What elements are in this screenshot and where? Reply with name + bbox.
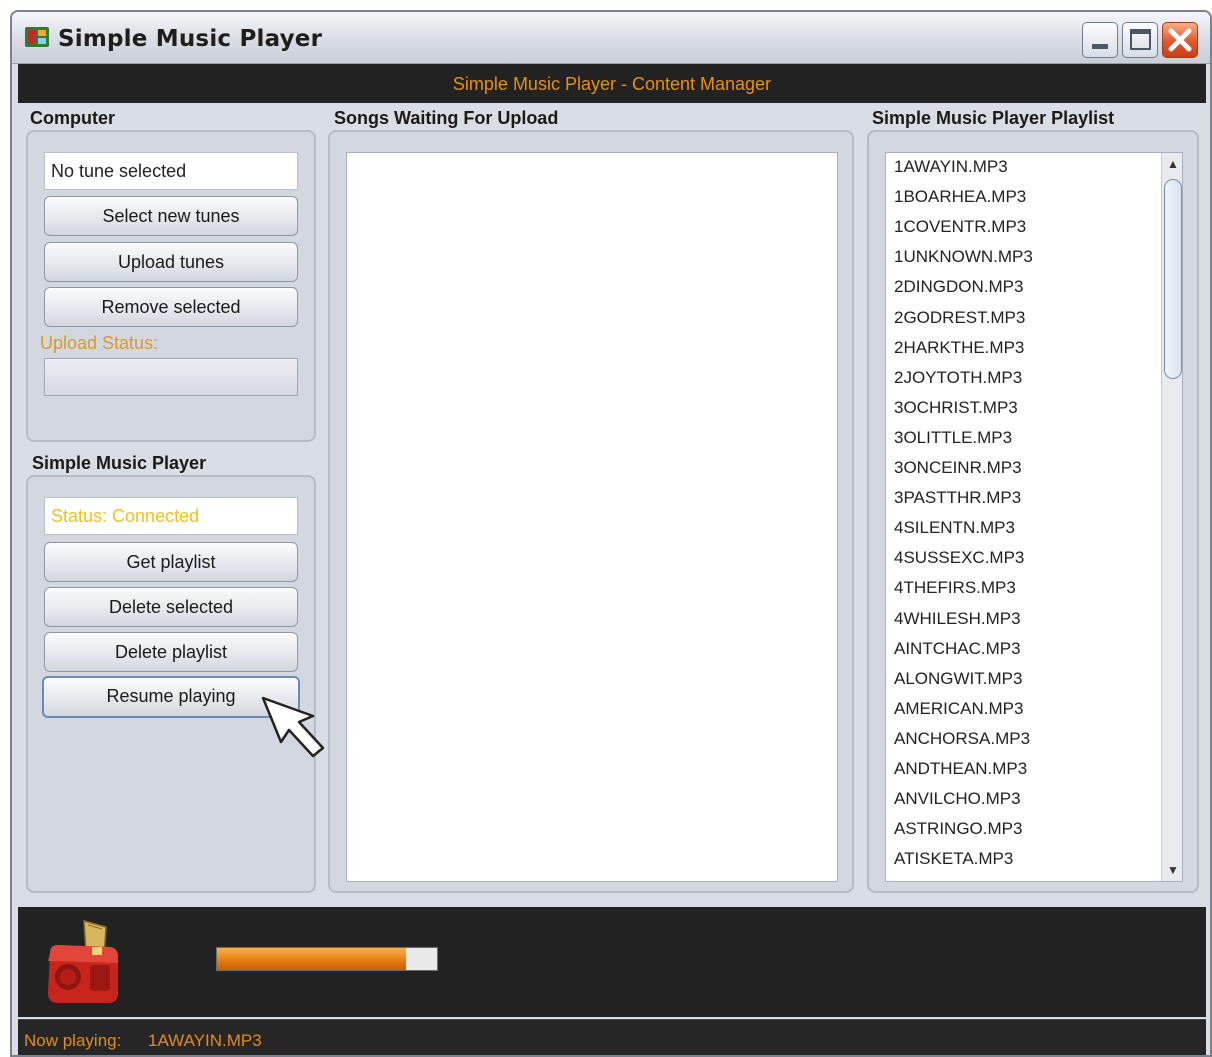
playlist-item[interactable]: ASTRINGO.MP3 (894, 819, 1022, 839)
selected-tune-field[interactable]: No tune selected (44, 152, 298, 190)
playlist-item[interactable]: ATISKETA.MP3 (894, 849, 1013, 869)
upload-tunes-button[interactable]: Upload tunes (44, 242, 298, 282)
playlist-item[interactable]: 3PASTTHR.MP3 (894, 488, 1021, 508)
delete-playlist-button[interactable]: Delete playlist (44, 632, 298, 672)
volume-fill (217, 948, 407, 970)
upload-progress-bar (44, 358, 298, 396)
minimize-icon (1092, 44, 1108, 49)
delete-selected-button[interactable]: Delete selected (44, 587, 298, 627)
playlist-item[interactable]: 1BOARHEA.MP3 (894, 187, 1026, 207)
playlist-item[interactable]: 2JOYTOTH.MP3 (894, 368, 1022, 388)
playlist-item[interactable]: 4SILENTN.MP3 (894, 518, 1015, 538)
player-status-field: Status: Connected (44, 497, 298, 535)
player-panel: Status: Connected Get playlist Delete se… (26, 475, 316, 893)
close-icon (1168, 28, 1192, 52)
playlist-item[interactable]: 1COVENTR.MP3 (894, 217, 1026, 237)
playlist-item[interactable]: 2DINGDON.MP3 (894, 277, 1023, 297)
now-playing-label: Now playing: (24, 1031, 122, 1050)
playlist-item[interactable]: 3OCHRIST.MP3 (894, 398, 1018, 418)
playlist-item[interactable]: ANCHORSA.MP3 (894, 729, 1030, 749)
computer-panel: No tune selected Select new tunes Upload… (26, 130, 316, 442)
app-window: Simple Music Player Simple Music Player … (10, 10, 1212, 1057)
playlist-scrollbar[interactable]: ▲ ▼ (1161, 153, 1182, 881)
title-bar[interactable]: Simple Music Player (12, 12, 1210, 64)
now-playing-value: 1AWAYIN.MP3 (148, 1031, 262, 1050)
scroll-up-icon[interactable]: ▲ (1162, 153, 1182, 175)
volume-slider[interactable] (216, 947, 438, 971)
select-new-tunes-button[interactable]: Select new tunes (44, 196, 298, 236)
playlist-panel: 1AWAYIN.MP3 1BOARHEA.MP3 1COVENTR.MP3 1UNKN… (867, 130, 1199, 893)
remove-selected-button[interactable]: Remove selected (44, 287, 298, 327)
get-playlist-button[interactable]: Get playlist (44, 542, 298, 582)
mouse-cursor-icon (261, 696, 325, 758)
playlist-item[interactable]: 1UNKNOWN.MP3 (894, 247, 1033, 267)
upload-queue-list[interactable] (346, 152, 838, 882)
content-header: Simple Music Player - Content Manager (18, 64, 1206, 103)
scroll-thumb[interactable] (1164, 179, 1182, 379)
playlist-item[interactable]: 1AWAYIN.MP3 (894, 157, 1008, 177)
status-bar: Now playing: 1AWAYIN.MP3 (18, 1019, 1206, 1055)
playlist-item[interactable]: 3OLITTLE.MP3 (894, 428, 1012, 448)
close-button[interactable] (1162, 22, 1198, 58)
playlist-list[interactable]: 1AWAYIN.MP3 1BOARHEA.MP3 1COVENTR.MP3 1UNKN… (885, 152, 1183, 882)
maximize-button[interactable] (1122, 22, 1158, 58)
playlist-title: Simple Music Player Playlist (872, 108, 1115, 128)
scroll-down-icon[interactable]: ▼ (1162, 859, 1182, 881)
minimize-button[interactable] (1082, 22, 1118, 58)
playlist-item[interactable]: 4WHILESH.MP3 (894, 609, 1021, 629)
window-title: Simple Music Player (58, 26, 323, 52)
maximize-icon (1130, 29, 1151, 50)
computer-section-title: Computer (30, 108, 115, 128)
playlist-item[interactable]: 2HARKTHE.MP3 (894, 338, 1024, 358)
player-bar (18, 907, 1206, 1017)
radio-icon (48, 919, 118, 1003)
upload-queue-panel (328, 130, 854, 893)
playlist-item[interactable]: ANVILCHO.MP3 (894, 789, 1021, 809)
header-title: Simple Music Player - Content Manager (452, 74, 772, 94)
playlist-item[interactable]: 4SUSSEXC.MP3 (894, 548, 1024, 568)
playlist-item[interactable]: 2GODREST.MP3 (894, 308, 1025, 328)
playlist-item[interactable]: 4THEFIRS.MP3 (894, 578, 1016, 598)
playlist-item[interactable]: 3ONCEINR.MP3 (894, 458, 1022, 478)
upload-status-label: Upload Status: (40, 333, 159, 353)
playlist-item[interactable]: AMERICAN.MP3 (894, 699, 1023, 719)
playlist-item[interactable]: AINTCHAC.MP3 (894, 639, 1021, 659)
playlist-item[interactable]: ANDTHEAN.MP3 (894, 759, 1027, 779)
music-app-icon (25, 27, 49, 47)
upload-queue-title: Songs Waiting For Upload (334, 108, 559, 128)
player-section-title: Simple Music Player (32, 453, 207, 473)
playlist-item[interactable]: ALONGWIT.MP3 (894, 669, 1022, 689)
